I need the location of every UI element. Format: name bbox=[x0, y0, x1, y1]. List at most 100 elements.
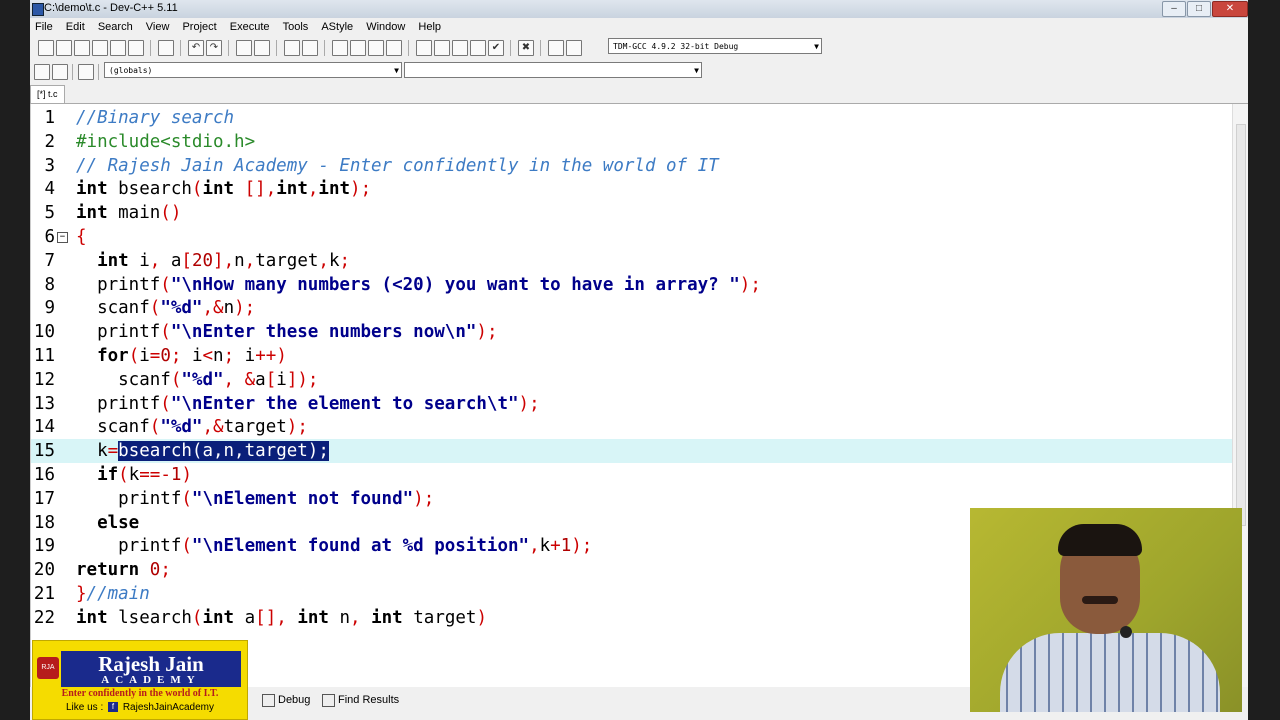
code-line[interactable]: 12 scanf("%d", &a[i]); bbox=[31, 368, 1234, 392]
close-button[interactable]: ✕ bbox=[1212, 1, 1248, 17]
close-file-icon[interactable] bbox=[110, 40, 126, 56]
line-number: 14 bbox=[33, 417, 55, 438]
tab-find-results[interactable]: Find Results bbox=[320, 691, 399, 709]
code-line[interactable]: 16 if(k==-1) bbox=[31, 463, 1234, 487]
scrollbar-thumb[interactable] bbox=[1236, 124, 1246, 526]
rebuild-icon[interactable] bbox=[470, 40, 486, 56]
line-code: int i, a[20],n,target,k; bbox=[97, 250, 351, 271]
menu-view[interactable]: View bbox=[141, 19, 175, 36]
replace-icon[interactable] bbox=[254, 40, 270, 56]
menu-search[interactable]: Search bbox=[93, 19, 138, 36]
menu-project[interactable]: Project bbox=[177, 19, 221, 36]
code-line[interactable]: 4 int bsearch(int [],int,int); bbox=[31, 177, 1234, 201]
new-file-icon[interactable] bbox=[38, 40, 54, 56]
code-line[interactable]: 2 #include<stdio.h> bbox=[31, 130, 1234, 154]
main-toolbar: ↶ ↷ ✔ ✖ TDM-GCC 4.9.2 32-bit Debug ▼ bbox=[30, 36, 1248, 60]
function-select[interactable]: ▼ bbox=[404, 62, 702, 78]
toggle-icon[interactable] bbox=[78, 64, 94, 80]
code-line[interactable]: 5 int main() bbox=[31, 201, 1234, 225]
code-line[interactable]: 10 printf("\nEnter these numbers now\n")… bbox=[31, 320, 1234, 344]
bookmark-icon[interactable] bbox=[386, 40, 402, 56]
line-code: int bsearch(int [],int,int); bbox=[76, 179, 372, 200]
bookmark-next-icon[interactable] bbox=[350, 40, 366, 56]
toolbar-separator bbox=[276, 40, 277, 56]
line-number: 16 bbox=[33, 465, 55, 485]
tab-debug[interactable]: Debug bbox=[260, 691, 310, 709]
menu-astyle[interactable]: AStyle bbox=[316, 19, 358, 36]
code-line[interactable]: 1 //Binary search bbox=[31, 106, 1234, 130]
compile-icon[interactable] bbox=[416, 40, 432, 56]
menu-help[interactable]: Help bbox=[413, 19, 446, 36]
code-line[interactable]: 3 // Rajesh Jain Academy - Enter confiden… bbox=[31, 154, 1234, 178]
presenter-hair bbox=[1058, 524, 1142, 556]
chevron-down-icon: ▼ bbox=[394, 66, 399, 75]
compile-run-icon[interactable] bbox=[452, 40, 468, 56]
line-code: printf("\nElement found at %d position",… bbox=[76, 536, 593, 557]
menu-tools[interactable]: Tools bbox=[278, 19, 314, 36]
headset-mic-icon bbox=[1120, 626, 1132, 638]
open-file-icon[interactable] bbox=[56, 40, 72, 56]
toolbar-separator bbox=[324, 40, 325, 56]
stop-icon[interactable]: ✖ bbox=[518, 40, 534, 56]
menu-execute[interactable]: Execute bbox=[225, 19, 275, 36]
file-tab[interactable]: [*] t.c bbox=[30, 85, 65, 103]
tab-debug-label: Debug bbox=[278, 694, 311, 706]
goto-icon[interactable] bbox=[52, 64, 68, 80]
indent-icon[interactable] bbox=[284, 40, 300, 56]
undo-icon[interactable]: ↶ bbox=[188, 40, 204, 56]
profile-icon[interactable] bbox=[548, 40, 564, 56]
debug-run-icon[interactable] bbox=[566, 40, 582, 56]
line-code: printf("\nEnter these numbers now\n"); bbox=[76, 322, 498, 343]
title-bar: C:\demo\t.c - Dev-C++ 5.11 – □ ✕ bbox=[30, 0, 1248, 18]
line-number: 9 bbox=[44, 298, 55, 319]
line-number: 5 bbox=[44, 203, 55, 224]
bookmark-prev-icon[interactable] bbox=[332, 40, 348, 56]
line-code: // Rajesh Jain Academy - Enter confident… bbox=[76, 155, 719, 176]
maximize-button[interactable]: □ bbox=[1187, 1, 1211, 17]
line-number: 19 bbox=[33, 536, 55, 557]
facebook-handle: RajeshJainAcademy bbox=[122, 702, 214, 713]
run-icon[interactable] bbox=[434, 40, 450, 56]
code-line[interactable]: 11 for(i=0; i<n; i++) bbox=[31, 344, 1234, 368]
syntax-check-icon[interactable]: ✔ bbox=[488, 40, 504, 56]
save-all-icon[interactable] bbox=[92, 40, 108, 56]
print-icon[interactable] bbox=[158, 40, 174, 56]
file-tab-strip: [*] t.c bbox=[30, 85, 1248, 104]
presenter-shirt bbox=[1000, 633, 1220, 712]
text-selection: bsearch(a,n,target); bbox=[118, 441, 329, 462]
code-line[interactable]: 14 scanf("%d",&target); bbox=[31, 415, 1234, 439]
line-code: //Binary search bbox=[76, 108, 235, 128]
line-number: 1 bbox=[44, 108, 55, 128]
compiler-select[interactable]: TDM-GCC 4.9.2 32-bit Debug ▼ bbox=[608, 38, 822, 54]
line-number: 17 bbox=[33, 488, 55, 509]
find-icon[interactable] bbox=[236, 40, 252, 56]
scope-select[interactable]: (globals) ▼ bbox=[104, 62, 402, 78]
insert-icon[interactable] bbox=[34, 64, 50, 80]
toolbar-separator bbox=[72, 64, 73, 80]
class-toolbar: (globals) ▼ ▼ bbox=[30, 60, 1248, 84]
save-icon[interactable] bbox=[74, 40, 90, 56]
line-number: 13 bbox=[33, 393, 55, 414]
code-line[interactable]: 9 scanf("%d",&n); bbox=[31, 296, 1234, 320]
compiler-select-value: TDM-GCC 4.9.2 32-bit Debug bbox=[613, 42, 739, 51]
minimize-button[interactable]: – bbox=[1162, 1, 1186, 17]
code-line[interactable]: 13 printf("\nEnter the element to search… bbox=[31, 392, 1234, 416]
code-line[interactable]: 7 int i, a[20],n,target,k; bbox=[31, 249, 1234, 273]
bookmark-toggle-icon[interactable] bbox=[368, 40, 384, 56]
menu-file[interactable]: File bbox=[30, 19, 58, 36]
redo-icon[interactable]: ↷ bbox=[206, 40, 222, 56]
line-code: return 0; bbox=[76, 560, 171, 581]
line-code: scanf("%d", &a[i]); bbox=[76, 369, 319, 390]
logo-tagline: Enter confidently in the world of I.T. bbox=[61, 688, 219, 699]
line-number: 10 bbox=[33, 322, 55, 343]
line-code: }//main bbox=[76, 584, 150, 604]
code-line[interactable]: 6−{ bbox=[31, 225, 1234, 249]
fold-toggle-icon[interactable]: − bbox=[57, 232, 68, 243]
menu-window[interactable]: Window bbox=[361, 19, 410, 36]
close-all-icon[interactable] bbox=[128, 40, 144, 56]
menu-edit[interactable]: Edit bbox=[61, 19, 90, 36]
like-us-label: Like us : bbox=[66, 702, 104, 713]
unindent-icon[interactable] bbox=[302, 40, 318, 56]
code-line[interactable]: 15 k=bsearch(a,n,target); bbox=[31, 439, 1234, 464]
code-line[interactable]: 8 printf("\nHow many numbers (<20) you w… bbox=[31, 273, 1234, 297]
